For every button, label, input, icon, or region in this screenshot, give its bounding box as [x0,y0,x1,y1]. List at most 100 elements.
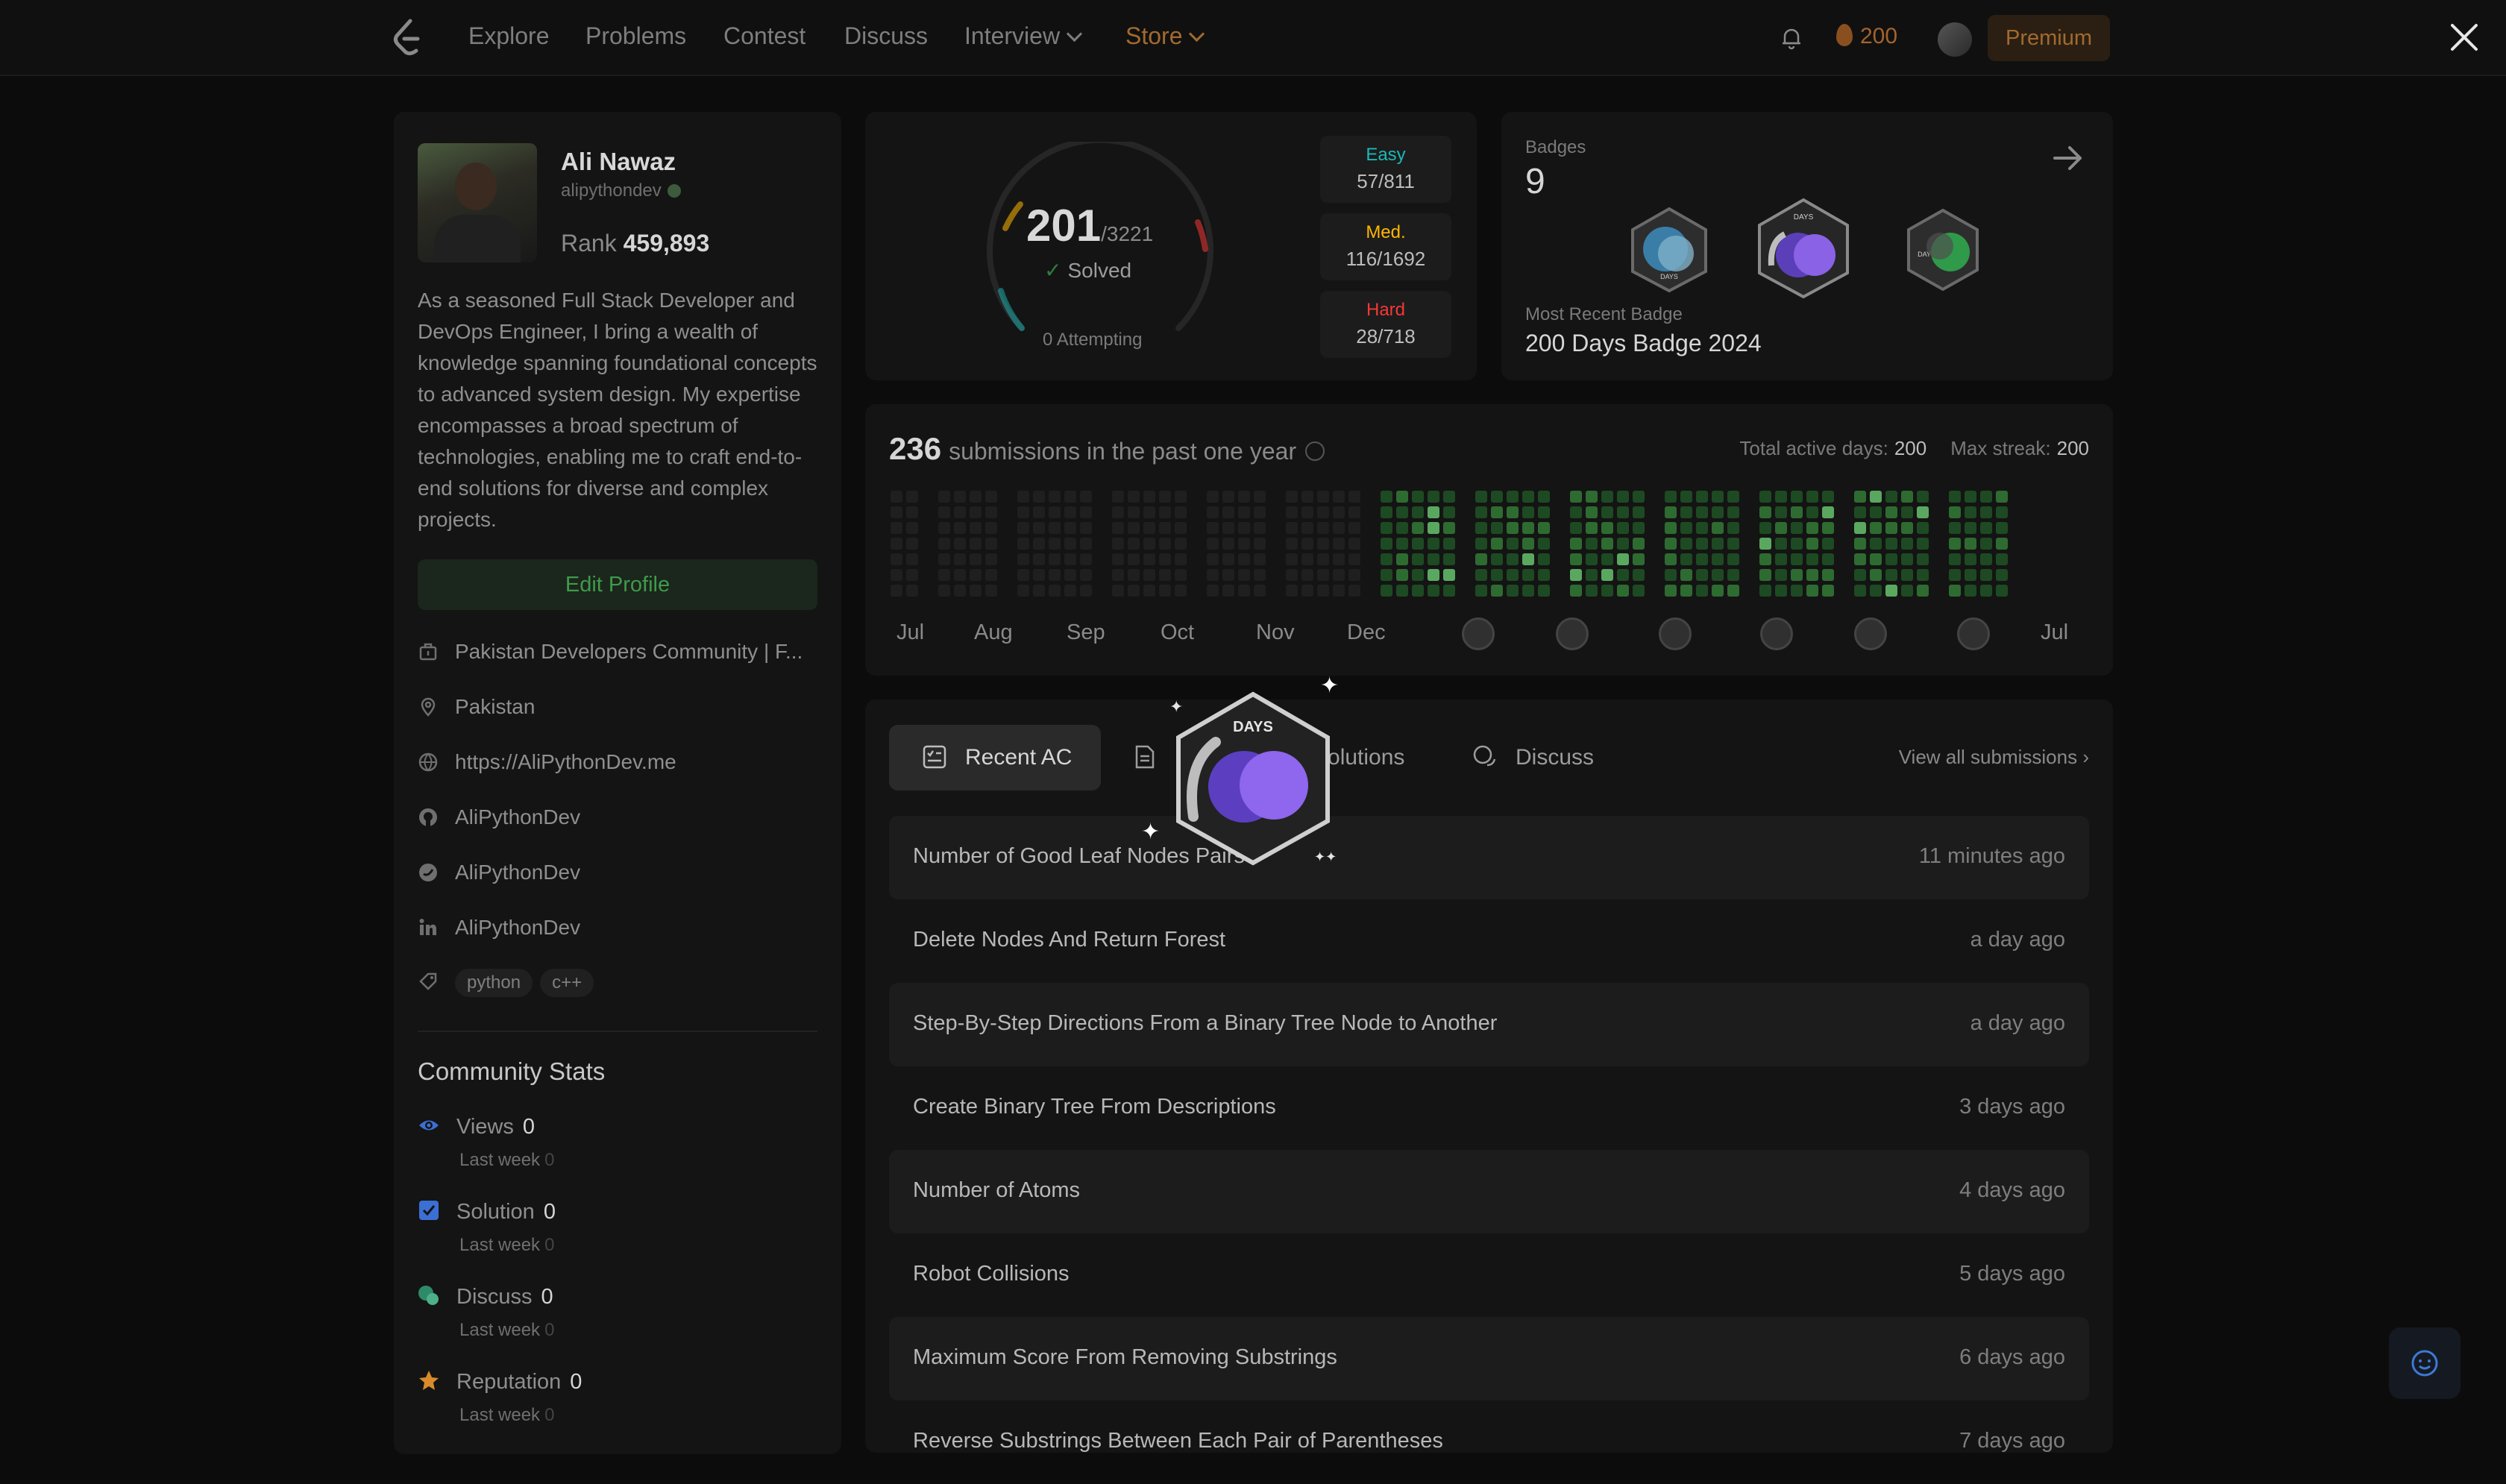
heatmap-cell[interactable] [1491,506,1503,518]
heatmap-cell[interactable] [1033,569,1045,581]
problem-title[interactable]: Delete Nodes And Return Forest [913,928,1225,952]
heatmap-cell[interactable] [1727,491,1739,503]
heatmap-cell[interactable] [1301,553,1313,565]
heatmap-cell[interactable] [1633,506,1645,518]
heatmap-cell[interactable] [1286,553,1298,565]
heatmap-cell[interactable] [1791,522,1803,534]
heatmap-cell[interactable] [1965,585,1976,597]
heatmap-cell[interactable] [1570,522,1582,534]
heatmap-cell[interactable] [1854,522,1866,534]
heatmap-cell[interactable] [1949,585,1961,597]
heatmap-cell[interactable] [1791,538,1803,550]
heatmap-cell[interactable] [906,538,918,550]
heatmap-cell[interactable] [1428,585,1439,597]
heatmap-cell[interactable] [1033,522,1045,534]
heatmap-cell[interactable] [1617,569,1629,581]
heatmap-cell[interactable] [1917,553,1929,565]
heatmap-cell[interactable] [1870,522,1882,534]
heatmap-cell[interactable] [1917,569,1929,581]
heatmap-cell[interactable] [1491,553,1503,565]
submission-row[interactable]: Step-By-Step Directions From a Binary Tr… [889,983,2089,1066]
heatmap-cell[interactable] [1775,522,1787,534]
heatmap-cell[interactable] [1570,569,1582,581]
heatmap-cell[interactable] [1317,538,1329,550]
heatmap-cell[interactable] [1222,491,1234,503]
heatmap-cell[interactable] [1128,585,1140,597]
heatmap-cell[interactable] [1759,553,1771,565]
heatmap-cell[interactable] [1696,538,1708,550]
heatmap-cell[interactable] [1696,569,1708,581]
heatmap-cell[interactable] [1222,538,1234,550]
heatmap-cell[interactable] [1759,491,1771,503]
heatmap-cell[interactable] [1412,522,1424,534]
heatmap-cell[interactable] [1885,553,1897,565]
heatmap-cell[interactable] [1601,585,1613,597]
heatmap-cell[interactable] [1980,553,1992,565]
heatmap-cell[interactable] [1507,506,1519,518]
heatmap-cell[interactable] [1775,553,1787,565]
badge-50-days-icon[interactable]: DAYS [1628,206,1710,294]
heatmap-cell[interactable] [1917,491,1929,503]
heatmap-cell[interactable] [1080,491,1092,503]
heatmap-cell[interactable] [1175,538,1187,550]
heatmap-cell[interactable] [1207,585,1219,597]
heatmap-cell[interactable] [1633,553,1645,565]
heatmap-cell[interactable] [1428,553,1439,565]
heatmap-cell[interactable] [1222,522,1234,534]
heatmap-cell[interactable] [1522,522,1534,534]
edit-profile-button[interactable]: Edit Profile [418,559,817,610]
heatmap-cell[interactable] [1301,585,1313,597]
heatmap-cell[interactable] [1980,538,1992,550]
heatmap-cell[interactable] [1965,538,1976,550]
heatmap-cell[interactable] [1680,506,1692,518]
heatmap-cell[interactable] [891,506,902,518]
problem-title[interactable]: Reverse Substrings Between Each Pair of … [913,1429,1443,1453]
heatmap-cell[interactable] [1791,569,1803,581]
month-badge-icon[interactable] [1659,617,1692,650]
heatmap-cell[interactable] [1522,538,1534,550]
heatmap-cell[interactable] [1254,585,1266,597]
heatmap-cell[interactable] [1017,585,1029,597]
heatmap-cell[interactable] [1696,522,1708,534]
heatmap-cell[interactable] [1885,506,1897,518]
heatmap-cell[interactable] [1633,569,1645,581]
month-badge-icon[interactable] [1462,617,1495,650]
heatmap-cell[interactable] [1806,585,1818,597]
heatmap-cell[interactable] [985,538,997,550]
heatmap-cell[interactable] [1207,506,1219,518]
heatmap-cell[interactable] [1680,569,1692,581]
heatmap-cell[interactable] [1175,522,1187,534]
heatmap-cell[interactable] [1901,553,1913,565]
heatmap-cell[interactable] [1601,506,1613,518]
heatmap-cell[interactable] [1633,491,1645,503]
heatmap-cell[interactable] [1696,553,1708,565]
heatmap-cell[interactable] [1080,585,1092,597]
heatmap-cell[interactable] [1601,569,1613,581]
heatmap-cell[interactable] [1854,491,1866,503]
heatmap-cell[interactable] [1507,522,1519,534]
heatmap-cell[interactable] [1917,506,1929,518]
heatmap-cell[interactable] [954,491,966,503]
heatmap-cell[interactable] [1049,491,1061,503]
nav-discuss[interactable]: Discuss [844,22,928,50]
heatmap-cell[interactable] [1412,569,1424,581]
heatmap-cell[interactable] [1712,491,1724,503]
heatmap-cell[interactable] [985,553,997,565]
heatmap-cell[interactable] [1207,553,1219,565]
heatmap-cell[interactable] [1396,506,1408,518]
heatmap-cell[interactable] [954,538,966,550]
heatmap-cell[interactable] [1049,538,1061,550]
heatmap-cell[interactable] [891,522,902,534]
heatmap-cell[interactable] [1680,553,1692,565]
month-badge-icon[interactable] [1957,617,1990,650]
heatmap-cell[interactable] [1080,522,1092,534]
heatmap-cell[interactable] [1727,538,1739,550]
heatmap-cell[interactable] [1175,585,1187,597]
heatmap-cell[interactable] [1633,522,1645,534]
heatmap-cell[interactable] [970,491,982,503]
heatmap-cell[interactable] [1033,506,1045,518]
heatmap-cell[interactable] [985,506,997,518]
heatmap-cell[interactable] [970,569,982,581]
submission-row[interactable]: Maximum Score From Removing Substrings 6 … [889,1317,2089,1400]
heatmap-cell[interactable] [1806,522,1818,534]
